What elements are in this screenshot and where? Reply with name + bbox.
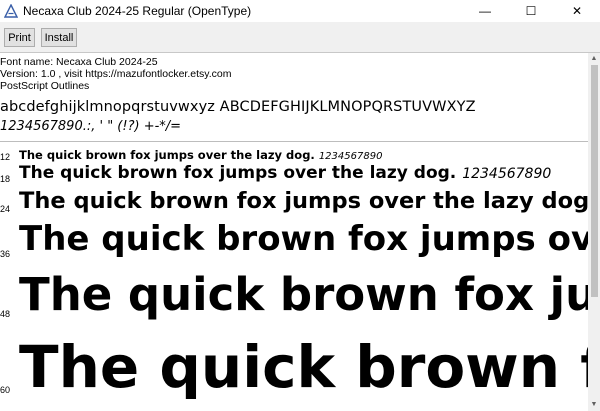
minimize-button[interactable]: — — [462, 0, 508, 22]
scroll-up-icon[interactable]: ▲ — [588, 54, 600, 64]
sample-digits: 1234567890 — [462, 166, 552, 182]
font-viewer-app-icon — [4, 4, 18, 18]
close-icon: ✕ — [571, 4, 583, 18]
install-button[interactable]: Install — [41, 28, 77, 47]
separator-line — [0, 141, 588, 142]
sample-line-12: The quick brown fox jumps over the lazy … — [19, 148, 382, 162]
scroll-down-icon[interactable]: ▼ — [588, 400, 600, 410]
sample-size-label: 24 — [0, 204, 11, 214]
sample-line-48: The quick brown fox ju — [19, 268, 588, 321]
sample-size-label: 60 — [0, 385, 11, 395]
sample-text: The quick brown fox jumps over the lazy … — [19, 148, 315, 162]
window-title: Necaxa Club 2024-25 Regular (OpenType) — [23, 4, 252, 18]
sample-size-label: 18 — [0, 174, 11, 184]
close-button[interactable]: ✕ — [554, 0, 600, 22]
sample-text: The quick brown fo — [19, 333, 588, 401]
sample-text: The quick brown fox jumps ov — [19, 219, 588, 259]
glyph-letters-line: abcdefghijklmnopqrstuvwxyz ABCDEFGHIJKLM… — [0, 99, 476, 115]
glyph-symbols-line: 1234567890.:, ' " (!?) +-*/= — [0, 119, 182, 134]
sample-text: The quick brown fox jumps over the lazy … — [19, 163, 457, 183]
font-version-text: Version: 1.0 , visit https://mazufontloc… — [0, 68, 232, 80]
sample-size-label: 48 — [0, 309, 11, 319]
sample-line-24: The quick brown fox jumps over the lazy … — [19, 188, 588, 214]
sample-line-60: The quick brown fo — [19, 333, 588, 401]
sample-size-label: 12 — [0, 152, 11, 162]
sample-line-18: The quick brown fox jumps over the lazy … — [19, 163, 551, 183]
maximize-button[interactable]: ☐ — [508, 0, 554, 22]
sample-text: The quick brown fox ju — [19, 268, 588, 321]
font-preview-pane: Font name: Necaxa Club 2024-25 Version: … — [0, 53, 588, 411]
font-outline-type-text: PostScript Outlines — [0, 80, 90, 92]
sample-line-36: The quick brown fox jumps ov — [19, 219, 588, 259]
scrollbar-thumb[interactable] — [591, 65, 598, 297]
toolbar: Print Install — [0, 22, 600, 53]
vertical-scrollbar[interactable]: ▲ ▼ — [588, 53, 600, 411]
sample-text: The quick brown fox jumps over the lazy … — [19, 188, 588, 214]
sample-size-label: 36 — [0, 249, 11, 259]
minimize-icon: — — [479, 4, 491, 18]
title-bar: Necaxa Club 2024-25 Regular (OpenType) —… — [0, 0, 600, 22]
font-name-text: Font name: Necaxa Club 2024-25 — [0, 56, 158, 68]
print-button[interactable]: Print — [4, 28, 35, 47]
maximize-icon: ☐ — [525, 4, 537, 18]
sample-digits: 1234567890 — [318, 151, 383, 162]
